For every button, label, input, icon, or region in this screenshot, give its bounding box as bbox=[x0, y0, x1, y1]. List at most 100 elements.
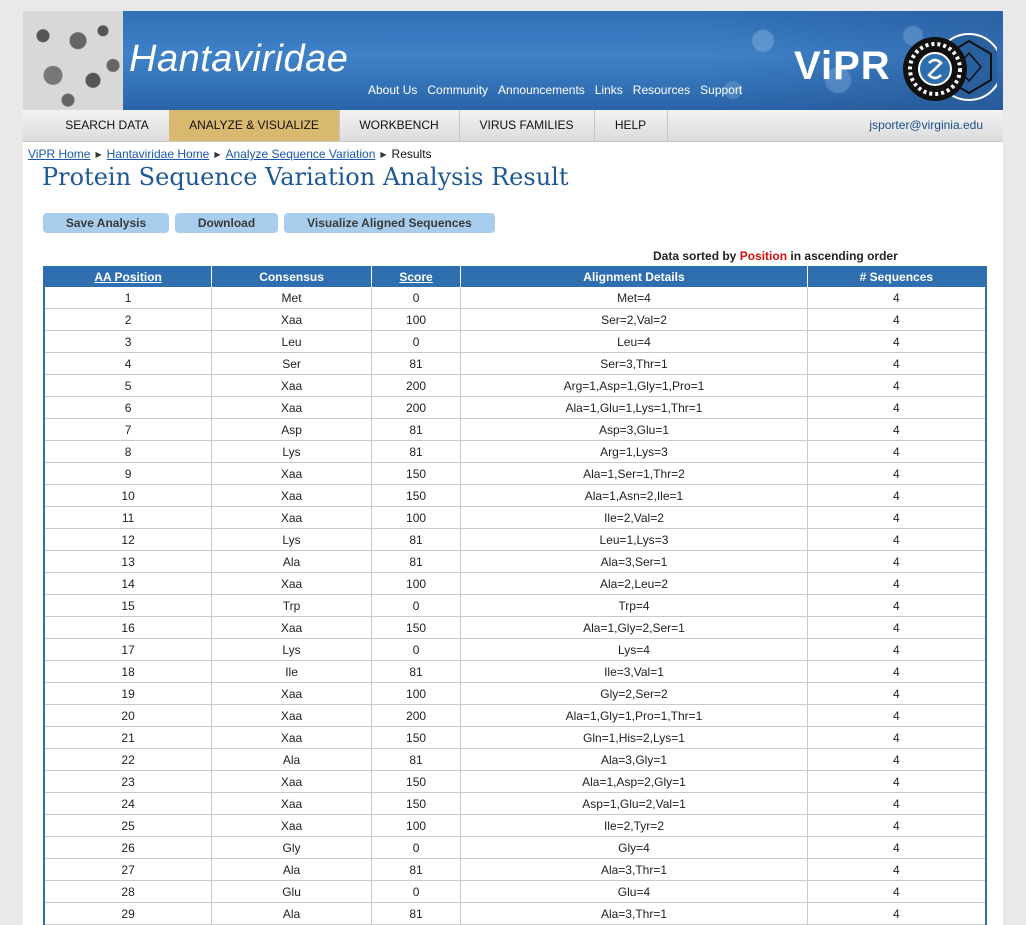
cell-consensus: Xaa bbox=[211, 308, 372, 331]
table-row: 2 Xaa 100 Ser=2,Val=2 4 bbox=[45, 308, 985, 331]
cell-score: 200 bbox=[371, 396, 462, 419]
cell-num-sequences: 4 bbox=[807, 396, 985, 419]
user-email-link[interactable]: jsporter@virginia.edu bbox=[869, 110, 983, 141]
cell-consensus: Xaa bbox=[211, 572, 372, 595]
cell-consensus: Xaa bbox=[211, 726, 372, 749]
cell-aa-position: 8 bbox=[45, 440, 213, 463]
cell-num-sequences: 4 bbox=[807, 704, 985, 727]
cell-num-sequences: 4 bbox=[807, 528, 985, 551]
table-row: 6 Xaa 200 Ala=1,Glu=1,Lys=1,Thr=1 4 bbox=[45, 396, 985, 419]
cell-consensus: Xaa bbox=[211, 462, 372, 485]
cell-consensus: Ser bbox=[211, 352, 372, 375]
cell-aa-position: 5 bbox=[45, 374, 213, 397]
cell-aa-position: 9 bbox=[45, 462, 213, 485]
cell-num-sequences: 4 bbox=[807, 440, 985, 463]
top-link-about-us[interactable]: About Us bbox=[368, 83, 417, 97]
cell-score: 200 bbox=[371, 704, 462, 727]
cell-score: 81 bbox=[371, 352, 462, 375]
sort-note: Data sorted by Position in ascending ord… bbox=[653, 249, 898, 263]
breadcrumb-arrow-icon: ▶ bbox=[380, 149, 387, 159]
top-link-support[interactable]: Support bbox=[700, 83, 742, 97]
nav-workbench[interactable]: WORKBENCH bbox=[339, 110, 460, 141]
nav-analyze-visualize[interactable]: ANALYZE & VISUALIZE bbox=[169, 110, 340, 141]
breadcrumb-analyze-sequence-variation[interactable]: Analyze Sequence Variation bbox=[226, 147, 376, 161]
save-analysis-button[interactable]: Save Analysis bbox=[43, 213, 169, 233]
vipr-logo[interactable]: ViPR bbox=[794, 44, 891, 89]
header-alignment-details: Alignment Details bbox=[460, 266, 808, 287]
cell-num-sequences: 4 bbox=[807, 484, 985, 507]
cell-score: 0 bbox=[371, 880, 462, 903]
cell-aa-position: 6 bbox=[45, 396, 213, 419]
breadcrumb-vipr-home[interactable]: ViPR Home bbox=[28, 147, 90, 161]
breadcrumb-current: Results bbox=[391, 147, 432, 161]
cell-score: 0 bbox=[371, 594, 462, 617]
nav-virus-families[interactable]: VIRUS FAMILIES bbox=[459, 110, 595, 141]
table-row: 10 Xaa 150 Ala=1,Asn=2,Ile=1 4 bbox=[45, 484, 985, 507]
cell-score: 81 bbox=[371, 660, 462, 683]
table-row: 3 Leu 0 Leu=4 4 bbox=[45, 330, 985, 353]
top-links: About Us Community Announcements Links R… bbox=[368, 83, 742, 97]
table-row: 5 Xaa 200 Arg=1,Asp=1,Gly=1,Pro=1 4 bbox=[45, 374, 985, 397]
top-link-links[interactable]: Links bbox=[595, 83, 623, 97]
cell-alignment-details: Ile=2,Tyr=2 bbox=[460, 814, 808, 837]
site-title: Hantaviridae bbox=[129, 38, 349, 80]
cell-num-sequences: 4 bbox=[807, 836, 985, 859]
cell-alignment-details: Asp=3,Glu=1 bbox=[460, 418, 808, 441]
cell-num-sequences: 4 bbox=[807, 594, 985, 617]
cell-consensus: Xaa bbox=[211, 770, 372, 793]
cell-score: 100 bbox=[371, 814, 462, 837]
cell-consensus: Ala bbox=[211, 550, 372, 573]
nav-search-data[interactable]: SEARCH DATA bbox=[45, 110, 170, 141]
page-title: Protein Sequence Variation Analysis Resu… bbox=[42, 163, 569, 191]
header-aa-position[interactable]: AA Position bbox=[45, 266, 213, 287]
site-banner: Hantaviridae About Us Community Announce… bbox=[23, 11, 1003, 110]
cell-alignment-details: Ala=3,Ser=1 bbox=[460, 550, 808, 573]
cell-aa-position: 16 bbox=[45, 616, 213, 639]
header-consensus: Consensus bbox=[211, 266, 372, 287]
cell-alignment-details: Ala=2,Leu=2 bbox=[460, 572, 808, 595]
cell-alignment-details: Ser=2,Val=2 bbox=[460, 308, 808, 331]
table-row: 21 Xaa 150 Gln=1,His=2,Lys=1 4 bbox=[45, 726, 985, 749]
cell-consensus: Xaa bbox=[211, 506, 372, 529]
cell-alignment-details: Gln=1,His=2,Lys=1 bbox=[460, 726, 808, 749]
cell-score: 150 bbox=[371, 462, 462, 485]
table-row: 23 Xaa 150 Ala=1,Asp=2,Gly=1 4 bbox=[45, 770, 985, 793]
cell-score: 0 bbox=[371, 287, 462, 309]
breadcrumb-hantaviridae-home[interactable]: Hantaviridae Home bbox=[107, 147, 210, 161]
cell-alignment-details: Ala=1,Ser=1,Thr=2 bbox=[460, 462, 808, 485]
cell-num-sequences: 4 bbox=[807, 682, 985, 705]
cell-aa-position: 4 bbox=[45, 352, 213, 375]
main-nav: SEARCH DATA ANALYZE & VISUALIZE WORKBENC… bbox=[23, 110, 1003, 142]
cell-consensus: Xaa bbox=[211, 374, 372, 397]
cell-consensus: Gly bbox=[211, 836, 372, 859]
cell-aa-position: 3 bbox=[45, 330, 213, 353]
visualize-aligned-sequences-button[interactable]: Visualize Aligned Sequences bbox=[284, 213, 495, 233]
table-row: 22 Ala 81 Ala=3,Gly=1 4 bbox=[45, 748, 985, 771]
cell-alignment-details: Glu=4 bbox=[460, 880, 808, 903]
sort-note-suffix: in ascending order bbox=[790, 249, 898, 263]
table-row: 12 Lys 81 Leu=1,Lys=3 4 bbox=[45, 528, 985, 551]
cell-score: 150 bbox=[371, 770, 462, 793]
cell-aa-position: 13 bbox=[45, 550, 213, 573]
cell-aa-position: 1 bbox=[45, 287, 213, 309]
cell-alignment-details: Arg=1,Lys=3 bbox=[460, 440, 808, 463]
cell-num-sequences: 4 bbox=[807, 616, 985, 639]
cell-score: 0 bbox=[371, 638, 462, 661]
nav-help[interactable]: HELP bbox=[594, 110, 668, 141]
cell-consensus: Xaa bbox=[211, 814, 372, 837]
cell-alignment-details: Arg=1,Asp=1,Gly=1,Pro=1 bbox=[460, 374, 808, 397]
cell-score: 81 bbox=[371, 528, 462, 551]
cell-alignment-details: Leu=1,Lys=3 bbox=[460, 528, 808, 551]
table-row: 4 Ser 81 Ser=3,Thr=1 4 bbox=[45, 352, 985, 375]
cell-alignment-details: Ala=3,Thr=1 bbox=[460, 902, 808, 925]
cell-aa-position: 24 bbox=[45, 792, 213, 815]
cell-alignment-details: Ala=1,Asp=2,Gly=1 bbox=[460, 770, 808, 793]
cell-num-sequences: 4 bbox=[807, 550, 985, 573]
download-button[interactable]: Download bbox=[175, 213, 278, 233]
header-score[interactable]: Score bbox=[371, 266, 462, 287]
top-link-community[interactable]: Community bbox=[427, 83, 488, 97]
top-link-announcements[interactable]: Announcements bbox=[498, 83, 585, 97]
top-link-resources[interactable]: Resources bbox=[633, 83, 690, 97]
cell-consensus: Xaa bbox=[211, 682, 372, 705]
cell-num-sequences: 4 bbox=[807, 572, 985, 595]
